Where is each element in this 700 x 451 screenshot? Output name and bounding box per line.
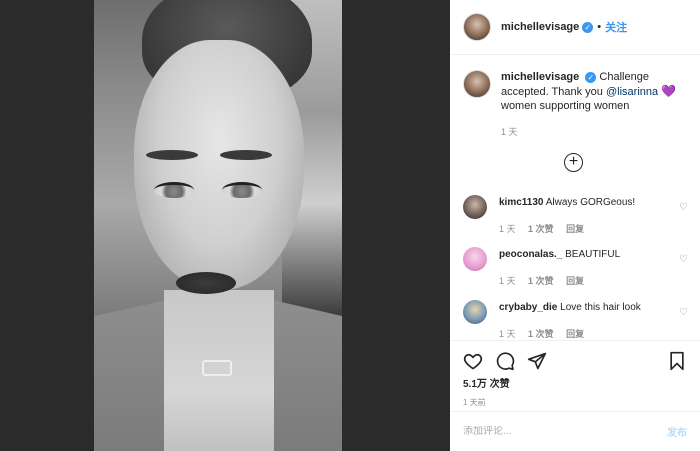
purple-heart-emoji: 💜 [661,84,677,98]
reply-button[interactable]: 回复 [566,276,584,286]
comment-item: crybaby_die Love this hair look 1 天 1 次赞… [463,300,688,340]
avatar[interactable] [463,13,491,41]
mention-link[interactable]: @lisarinna [606,86,658,98]
bookmark-icon[interactable] [667,351,687,371]
comment-text: BEAUTIFUL [565,249,621,260]
comment-username[interactable]: crybaby_die [499,302,557,313]
reply-button[interactable]: 回复 [566,329,584,339]
post-header: michellevisage ✓ • 关注 [450,0,700,55]
comment-username[interactable]: kimc1130 [499,197,544,208]
comment-likes[interactable]: 1 次赞 [528,276,554,286]
comment-time[interactable]: 1 天 [499,329,516,339]
comment-text: Love this hair look [560,302,641,313]
comment-input[interactable] [463,426,667,437]
post-timestamp[interactable]: 1 天前 [450,390,700,408]
comment-time[interactable]: 1 天 [499,276,516,286]
heart-outline-icon[interactable] [463,351,483,371]
commenter-avatar[interactable] [463,195,487,219]
post-side-panel: michellevisage ✓ • 关注 michellevisage ✓ C… [450,0,700,451]
like-count[interactable]: 5.1万 次赞 [450,373,700,390]
caption-avatar[interactable] [463,70,491,98]
comment-item: peoconalas._ BEAUTIFUL 1 天 1 次赞 回复 ♡ [463,247,688,287]
paper-plane-icon[interactable] [527,351,547,371]
header-username[interactable]: michellevisage [501,21,579,33]
verified-badge-icon: ✓ [585,71,597,83]
caption-username[interactable]: michellevisage [501,71,579,83]
comment-heart-icon[interactable]: ♡ [679,307,688,318]
comment-likes[interactable]: 1 次赞 [528,224,554,234]
comments-list[interactable]: michellevisage ✓ Challenge accepted. Tha… [450,56,700,340]
commenter-avatar[interactable] [463,300,487,324]
plus-circle-icon[interactable]: + [564,153,583,172]
caption-time[interactable]: 1 天 [501,125,687,139]
comment-item: kimc1130 Always GORGeous! 1 天 1 次赞 回复 ♡ [463,195,688,235]
verified-badge-icon: ✓ [582,21,594,33]
commenter-avatar[interactable] [463,247,487,271]
comment-text: Always GORGeous! [545,197,636,208]
comment-username[interactable]: peoconalas._ [499,249,562,260]
comment-heart-icon[interactable]: ♡ [679,202,688,213]
caption-text-2: women supporting women [501,100,630,112]
comment-time[interactable]: 1 天 [499,224,516,234]
comment-composer: 发布 [450,411,700,451]
comment-likes[interactable]: 1 次赞 [528,329,554,339]
comment-heart-icon[interactable]: ♡ [679,254,688,265]
follow-button[interactable]: 关注 [605,19,627,35]
post-comment-button[interactable]: 发布 [667,424,687,439]
comment-bubble-icon[interactable] [495,351,515,371]
post-caption: michellevisage ✓ Challenge accepted. Tha… [450,56,700,139]
reply-button[interactable]: 回复 [566,224,584,234]
post-image[interactable] [94,0,342,451]
post-actions: 5.1万 次赞 1 天前 发布 [450,340,700,451]
